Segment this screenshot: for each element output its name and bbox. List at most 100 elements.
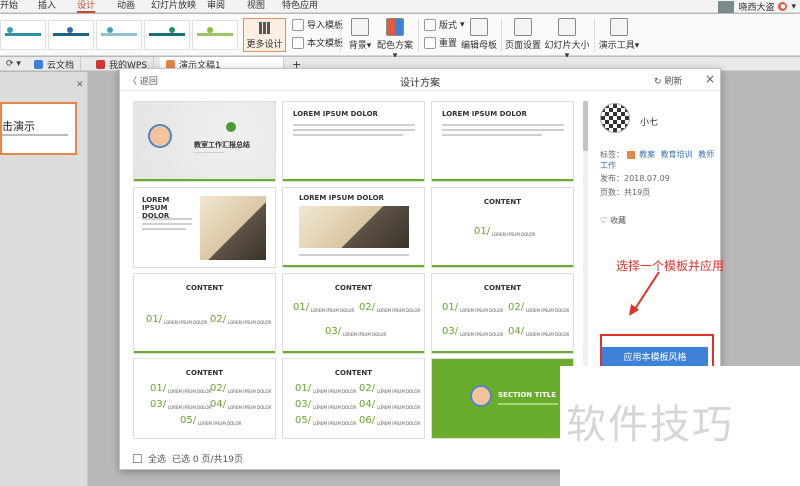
tags-row: 标签： 教案 教育培训 教师工作 (600, 150, 715, 170)
divider (418, 18, 419, 52)
import-template-button[interactable]: 导入模板 (292, 18, 343, 31)
slide-thumbnail[interactable]: 击演示 (0, 102, 77, 155)
highlight-box (600, 334, 714, 370)
dialog-header: 〈 返回 设计方案 ↻ 刷新 × (120, 69, 720, 91)
wps-icon (96, 59, 105, 69)
import-icon (292, 18, 304, 31)
select-all-checkbox[interactable] (133, 453, 142, 463)
favorite-button[interactable]: ♡ 收藏 (600, 215, 626, 226)
more-design-button[interactable]: 更多设计 (243, 18, 286, 52)
edit-master-button[interactable]: 编辑母板 (461, 18, 497, 51)
tab-animation[interactable]: 动画 (117, 0, 135, 13)
reset-button[interactable]: 重置 (424, 36, 457, 49)
slide-thumb-title: 击演示 (2, 120, 35, 133)
slide-thumb-line (2, 134, 68, 136)
template-card-12[interactable]: SECTION TITLE (431, 358, 574, 439)
tab-slideshow[interactable]: 幻灯片放映 (151, 0, 196, 13)
tab-special-apps[interactable]: 特色应用 (282, 0, 318, 13)
tag-icon (626, 150, 635, 159)
dialog-footer: 全选 已选 0 页/共19页 (133, 451, 433, 465)
template-card-7[interactable]: CONTENT 01/ LOREM IPSUM DOLOR 02/ LOREM … (133, 273, 276, 354)
template-card-1[interactable]: 教室工作汇报总结 (133, 101, 276, 182)
page-setup-icon (514, 18, 532, 36)
heart-icon: ♡ (600, 216, 608, 225)
tab-insert[interactable]: 插入 (38, 0, 56, 13)
divider (340, 18, 341, 52)
scroll-thumb[interactable] (583, 101, 588, 151)
template-card-8[interactable]: CONTENT 01/ LOREM IPSUM DOLOR 02/ LOREM … (282, 273, 425, 354)
refresh-button[interactable]: ↻ 刷新 (654, 74, 682, 87)
notebook-photo (299, 206, 409, 248)
background-button[interactable]: 背景▾ (346, 18, 374, 51)
arrow-icon (629, 271, 660, 316)
chevron-down-icon[interactable]: ▾ (791, 2, 796, 12)
template-card-10[interactable]: CONTENT 01/ LOREM IPSUM DOLOR 02/ LOREM … (133, 358, 276, 439)
person-icon (470, 385, 492, 407)
selection-status: 已选 0 页/共19页 (172, 454, 243, 465)
slide-size-icon (558, 18, 576, 36)
notebook-photo (200, 196, 266, 260)
user-area[interactable]: 晓西大盗 ● ▾ (718, 0, 800, 13)
watermark: 软件技巧 (566, 402, 734, 448)
slide-thumbnail-panel: ✕ 击演示 (0, 72, 88, 486)
tab-view[interactable]: 视图 (247, 0, 265, 13)
slide-size-button[interactable]: 幻灯片大小▾ (543, 18, 591, 61)
template-grid: 教室工作汇报总结 LOREM IPSUM DOLOR LOREM IPSUM D… (133, 101, 575, 439)
tab-cloud-docs[interactable]: 云文档 (28, 57, 82, 71)
page-setup-button[interactable]: 页面设置 (505, 18, 541, 51)
theme-thumb[interactable] (96, 20, 142, 50)
avatar (600, 103, 630, 133)
close-icon[interactable]: ✕ (76, 80, 84, 90)
template-icon (292, 36, 304, 49)
author-name: 小七 (640, 118, 659, 128)
green-stripe (134, 351, 275, 353)
close-button[interactable]: × (705, 72, 715, 86)
theme-thumb[interactable] (48, 20, 94, 50)
master-icon (470, 18, 488, 36)
theme-thumb[interactable] (192, 20, 238, 50)
green-stripe (283, 265, 424, 267)
green-stripe (432, 351, 573, 353)
select-all-label[interactable]: 全选 (148, 452, 166, 465)
doc-template-button[interactable]: 本文模板 (292, 36, 343, 49)
template-card-11[interactable]: CONTENT 01/ LOREM IPSUM DOLOR 02/ LOREM … (282, 358, 425, 439)
color-scheme-button[interactable]: 配色方案▾ (375, 18, 415, 61)
person-icon (148, 124, 172, 148)
publish-row: 发布：2018.07.09 (600, 174, 670, 183)
theme-thumb[interactable] (0, 20, 46, 50)
pages-row: 页数：共19页 (600, 188, 651, 197)
reset-icon (424, 36, 436, 49)
grid-icon (258, 22, 271, 34)
cloud-icon (34, 59, 43, 69)
background-icon (351, 18, 369, 36)
green-stripe (283, 351, 424, 353)
template-card-3[interactable]: LOREM IPSUM DOLOR (431, 101, 574, 182)
tab-review[interactable]: 审阅 (207, 0, 225, 13)
dialog-title: 设计方案 (400, 78, 440, 89)
presenter-icon (610, 18, 628, 36)
template-card-9[interactable]: CONTENT 01/ LOREM IPSUM DOLOR 02/ LOREM … (431, 273, 574, 354)
tag-link[interactable]: 教案 (639, 150, 655, 159)
template-title: 教室工作汇报总结 (194, 141, 250, 149)
theme-gallery (0, 20, 238, 50)
notification-icon[interactable]: ● (778, 2, 788, 11)
layout-icon (424, 18, 436, 31)
template-card-5[interactable]: LOREM IPSUM DOLOR (282, 187, 425, 268)
template-card-2[interactable]: LOREM IPSUM DOLOR (282, 101, 425, 182)
green-stripe (432, 265, 573, 267)
presenter-tools-button[interactable]: 演示工具▾ (598, 18, 640, 51)
palette-icon (386, 18, 404, 36)
green-stripe (134, 179, 275, 181)
green-stripe (432, 179, 573, 181)
divider (501, 18, 502, 52)
leaf-icon (226, 122, 236, 132)
nav-arrows[interactable]: ⟳ ▾ (0, 57, 28, 71)
template-card-6[interactable]: CONTENT 01/ LOREM IPSUM DOLOR (431, 187, 574, 268)
ribbon-tab-bar: 开始 插入 设计 动画 幻灯片放映 审阅 视图 特色应用 晓西大盗 ● ▾ (0, 0, 800, 13)
layout-button[interactable]: 版式 ▾ (424, 18, 465, 31)
tab-home[interactable]: 开始 (0, 0, 18, 13)
template-card-4[interactable]: LOREM IPSUM DOLOR (133, 187, 276, 268)
theme-thumb[interactable] (144, 20, 190, 50)
tag-link[interactable]: 教育培训 (661, 150, 693, 159)
tab-design[interactable]: 设计 (77, 0, 96, 13)
